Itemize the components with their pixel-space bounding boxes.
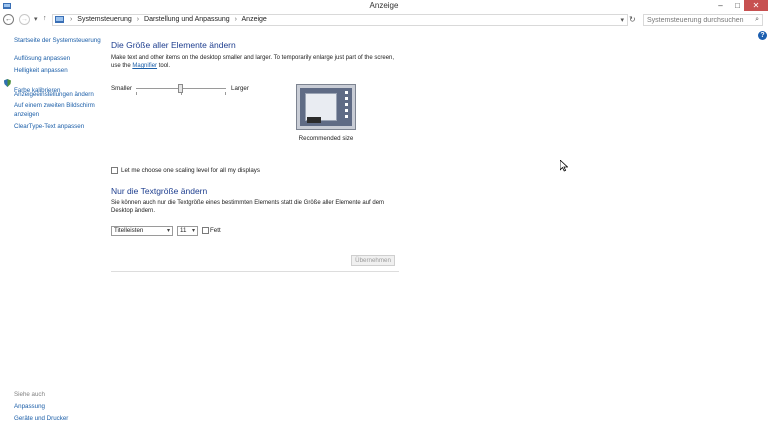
recent-pages-dropdown-icon[interactable]: ▾ xyxy=(34,15,38,23)
preview-taskbar xyxy=(307,117,321,123)
description-text-end: tool. xyxy=(157,63,171,69)
see-also-devices-printers-link[interactable]: Geräte und Drucker xyxy=(14,415,68,422)
breadcrumb-darstellung[interactable]: Darstellung und Anpassung xyxy=(144,16,230,23)
magnifier-link[interactable]: Magnifier xyxy=(132,63,157,69)
search-box[interactable]: ⌕ xyxy=(643,14,763,26)
sidebar-item-brightness[interactable]: Helligkeit anpassen xyxy=(14,67,68,74)
minimize-button[interactable]: – xyxy=(712,0,729,11)
single-scaling-checkbox[interactable] xyxy=(111,167,118,174)
window-title: Anzeige xyxy=(369,1,399,10)
search-icon[interactable]: ⌕ xyxy=(755,16,759,24)
preview-charm-bar xyxy=(345,91,349,123)
breadcrumb-anzeige[interactable]: Anzeige xyxy=(242,16,267,23)
sidebar-item-resolution[interactable]: Auflösung anpassen xyxy=(14,55,70,62)
control-panel-icon xyxy=(55,16,64,23)
chevron-down-icon: ▾ xyxy=(166,228,170,234)
slider-max-label: Larger xyxy=(231,85,249,92)
bold-label[interactable]: Fett xyxy=(210,227,221,234)
sidebar-item-cleartype[interactable]: ClearType-Text anpassen xyxy=(14,123,84,130)
breadcrumb-separator: › xyxy=(234,16,237,23)
single-scaling-label[interactable]: Let me choose one scaling level for all … xyxy=(121,167,260,174)
see-also-heading: Siehe auch xyxy=(14,391,45,398)
text-size-heading: Nur die Textgröße ändern xyxy=(111,186,208,196)
sidebar-item-second-screen[interactable]: Auf einem zweiten Bildschirm anzeigen xyxy=(14,101,106,119)
breadcrumb: › Systemsteuerung › Darstellung und Anpa… xyxy=(67,16,267,23)
element-select-value: Titelleisten xyxy=(114,227,144,234)
help-button[interactable]: ? xyxy=(758,31,767,40)
scaling-description: Make text and other items on the desktop… xyxy=(111,54,401,70)
breadcrumb-separator: › xyxy=(70,16,73,23)
breadcrumb-systemsteuerung[interactable]: Systemsteuerung xyxy=(77,16,131,23)
shield-icon xyxy=(4,79,11,87)
search-input[interactable] xyxy=(647,15,747,25)
page-title: Die Größe aller Elemente ändern xyxy=(111,40,236,50)
mouse-cursor-icon xyxy=(560,160,568,172)
refresh-button[interactable]: ↻ xyxy=(629,15,636,24)
address-dropdown-icon[interactable]: ▾ xyxy=(620,16,624,24)
slider-min-label: Smaller xyxy=(111,85,132,92)
divider xyxy=(111,271,399,272)
title-bar: Anzeige – □ ✕ xyxy=(0,0,768,12)
text-size-description: Sie können auch nur die Textgröße eines … xyxy=(111,200,385,214)
font-size-select[interactable]: 11 ▾ xyxy=(177,226,198,236)
slider-tick xyxy=(225,92,226,95)
see-also-personalization-link[interactable]: Anpassung xyxy=(14,403,45,410)
display-preview xyxy=(296,84,356,130)
back-button[interactable]: ← xyxy=(3,14,14,25)
element-select[interactable]: Titelleisten ▾ xyxy=(111,226,173,236)
preview-label: Recommended size xyxy=(298,135,354,142)
slider-tick xyxy=(136,92,137,95)
font-size-value: 11 xyxy=(180,227,187,234)
scaling-slider-thumb[interactable] xyxy=(178,84,183,93)
navigation-bar: ← → ▾ ↑ › Systemsteuerung › Darstellung … xyxy=(0,12,768,28)
apply-button[interactable]: Übernehmen xyxy=(351,255,395,266)
up-button[interactable]: ↑ xyxy=(43,15,47,22)
breadcrumb-separator: › xyxy=(136,16,140,23)
chevron-down-icon: ▾ xyxy=(191,228,195,234)
address-bar[interactable]: › Systemsteuerung › Darstellung und Anpa… xyxy=(52,14,628,26)
sidebar-home-link[interactable]: Startseite der Systemsteuerung xyxy=(14,37,101,44)
bold-checkbox[interactable] xyxy=(202,227,209,234)
close-button[interactable]: ✕ xyxy=(744,0,768,11)
forward-button[interactable]: → xyxy=(19,14,30,25)
sidebar-item-display-settings[interactable]: Anzeigeeinstellungen ändern xyxy=(14,91,94,98)
